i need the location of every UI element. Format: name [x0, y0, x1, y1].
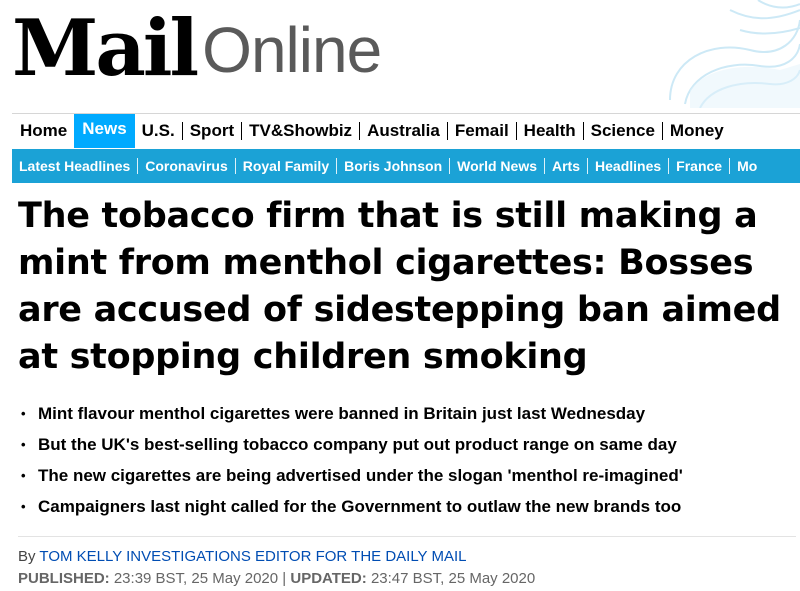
summary-bullet-text: The new cigarettes are being advertised … [38, 466, 683, 485]
nav-item-femail[interactable]: Femail [448, 114, 516, 148]
nav-item-news[interactable]: News [74, 114, 135, 148]
summary-bullet: • Campaigners last night called for the G… [18, 491, 798, 522]
subnav-divider [449, 158, 451, 174]
subnav-item-france[interactable]: France [669, 149, 729, 183]
subnav-divider [729, 158, 731, 174]
summary-bullet: • Mint flavour menthol cigarettes were ba… [18, 398, 798, 429]
logo-online-text: Online [202, 14, 382, 86]
nav-item-us[interactable]: U.S. [135, 114, 182, 148]
nav-item-australia[interactable]: Australia [360, 114, 447, 148]
summary-bullet-text: But the UK's best-selling tobacco compan… [38, 435, 677, 454]
subnav-item-headlines[interactable]: Headlines [588, 149, 668, 183]
header-decoration-graphic [669, 0, 800, 108]
article-summary-list: • Mint flavour menthol cigarettes were ba… [18, 398, 798, 522]
subnav-item-world-news[interactable]: World News [450, 149, 544, 183]
subnav-divider [137, 158, 139, 174]
summary-bullet-text: Mint flavour menthol cigarettes were ban… [38, 404, 646, 423]
byline: By TOM KELLY INVESTIGATIONS EDITOR FOR T… [18, 546, 466, 568]
nav-item-health[interactable]: Health [517, 114, 583, 148]
bullet-glyph: • [21, 468, 26, 483]
subnav-divider [587, 158, 589, 174]
bullet-glyph: • [21, 499, 26, 514]
date-separator: | [282, 570, 287, 587]
subnav-item-boris-johnson[interactable]: Boris Johnson [337, 149, 449, 183]
subnav-divider [234, 158, 236, 174]
summary-bullet: • The new cigarettes are being advertised… [18, 460, 798, 491]
byline-prefix: By [18, 548, 36, 565]
nav-item-home[interactable]: Home [12, 114, 74, 148]
summary-bullet: • But the UK's best-selling tobacco compa… [18, 429, 798, 460]
updated-time: 23:47 BST, 25 May 2020 [370, 570, 536, 587]
author-link[interactable]: TOM KELLY INVESTIGATIONS EDITOR FOR THE … [39, 548, 466, 565]
masthead: Mail Online [0, 0, 800, 108]
logo-mail-text: Mail [12, 3, 199, 94]
news-subnav: Latest Headlines Coronavirus Royal Famil… [12, 149, 800, 183]
published-time: 23:39 BST, 25 May 2020 [113, 570, 279, 587]
nav-item-sport[interactable]: Sport [183, 114, 241, 148]
nav-item-tvshowbiz[interactable]: TV&Showbiz [242, 114, 359, 148]
nav-item-money[interactable]: Money [663, 114, 731, 148]
subnav-item-coronavirus[interactable]: Coronavirus [138, 149, 234, 183]
subnav-item-latest-headlines[interactable]: Latest Headlines [12, 149, 137, 183]
article-dates: PUBLISHED: 23:39 BST, 25 May 2020 | UPDA… [18, 568, 535, 590]
subnav-divider [544, 158, 545, 174]
mailonline-logo[interactable]: Mail Online [12, 2, 382, 94]
bullet-glyph: • [21, 437, 26, 452]
subnav-divider [668, 158, 670, 174]
byline-divider [18, 536, 796, 537]
subnav-item-royal-family[interactable]: Royal Family [236, 149, 336, 183]
nav-item-science[interactable]: Science [584, 114, 662, 148]
updated-label: UPDATED: [290, 570, 367, 587]
published-label: PUBLISHED: [18, 570, 110, 587]
subnav-item-more[interactable]: Mo [730, 149, 764, 183]
subnav-divider [336, 158, 338, 174]
article-headline: The tobacco firm that is still making a … [18, 196, 781, 377]
main-nav: Home News U.S. Sport TV&Showbiz Australi… [12, 113, 800, 148]
subnav-item-arts[interactable]: Arts [545, 149, 587, 183]
bullet-glyph: • [21, 406, 26, 421]
summary-bullet-text: Campaigners last night called for the Go… [38, 497, 682, 516]
